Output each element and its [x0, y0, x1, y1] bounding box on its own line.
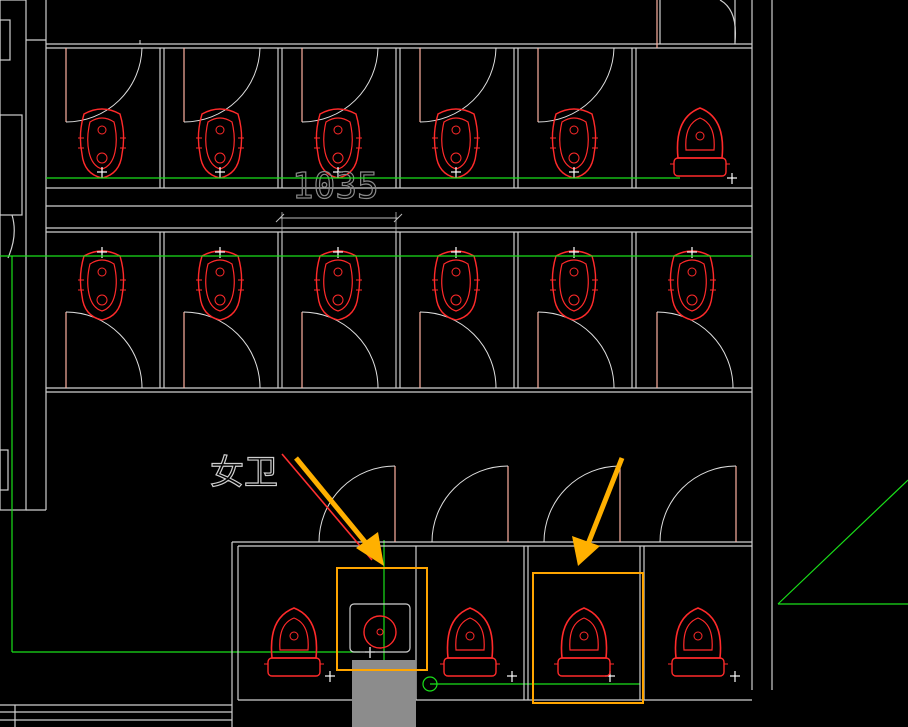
room-label[interactable]: 女卫: [209, 452, 278, 493]
dimension-label: 1035: [292, 166, 379, 207]
cad-drawing-canvas[interactable]: 1035 女卫: [0, 0, 908, 727]
